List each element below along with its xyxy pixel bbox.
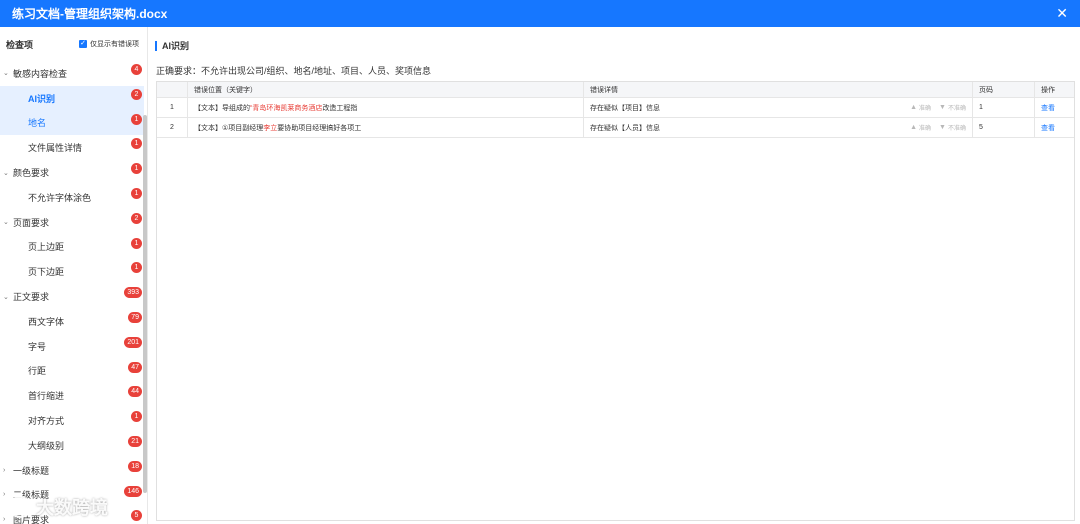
- feedback-controls: ▲ 准确 ▼ 不准确: [910, 98, 966, 117]
- watermark-logo-icon: [8, 496, 32, 518]
- row-index: 1: [157, 98, 188, 117]
- header-action: 操作: [1041, 86, 1055, 94]
- count-badge: 5: [131, 510, 142, 522]
- thumb-up-icon: ▲: [910, 124, 918, 131]
- row-page: 1: [973, 98, 1035, 117]
- count-badge: 1: [131, 187, 142, 199]
- header-page: 页码: [973, 82, 1035, 97]
- tree-item-outline-level[interactable]: 大纲级别 21: [0, 433, 144, 458]
- tree-group-page[interactable]: ⌄ 页面要求 2: [0, 210, 144, 235]
- count-badge: 47: [128, 361, 142, 373]
- count-badge: 1: [131, 113, 142, 125]
- count-badge: 1: [131, 237, 142, 249]
- tree-item-place[interactable]: 地名 1: [0, 110, 144, 136]
- tree-item-western-font[interactable]: 西文字体 79: [0, 309, 144, 334]
- title-bar: 练习文档-管理组织架构.docx ✕: [0, 0, 1080, 27]
- tree-group-color[interactable]: ⌄ 颜色要求 1: [0, 160, 144, 185]
- section-title: AI识别: [155, 41, 189, 51]
- thumb-up-icon: ▲: [910, 104, 918, 111]
- tree-group-body[interactable]: ⌄ 正文要求 393: [0, 284, 144, 309]
- checkbox-checked-icon[interactable]: ✓: [79, 40, 87, 48]
- tree-item-font-color[interactable]: 不允许字体涂色 1: [0, 185, 144, 210]
- chevron-down-icon[interactable]: ⌄: [3, 69, 9, 77]
- chevron-right-icon[interactable]: ›: [3, 516, 5, 523]
- requirement-text: 正确要求：不允许出现公司/组织、地名/地址、项目、人员、奖项信息: [156, 66, 432, 76]
- row-location: 【文本】①项目副经理 李立 要协助项目经理搞好各项工: [188, 118, 584, 137]
- sidebar-title: 检查项: [6, 39, 34, 50]
- header-location: 错误位置（关键字）: [188, 82, 584, 97]
- main-panel: AI识别 正确要求：不允许出现公司/组织、地名/地址、项目、人员、奖项信息 错误…: [148, 27, 1080, 524]
- header-detail: 错误详情: [584, 82, 973, 97]
- error-only-filter[interactable]: ✓ 仅显示有错误项: [79, 39, 139, 49]
- check-item-tree: ⌄ 敏感内容检查 4 AI识别 2 地名 1 文件属性详情 1 ⌄ 颜色要求 1 不允许字体涂…: [0, 61, 144, 524]
- tree-item-bottom-margin[interactable]: 页下边距 1: [0, 259, 144, 284]
- tree-item-file-props[interactable]: 文件属性详情 1: [0, 135, 144, 160]
- sidebar: 检查项 ✓ 仅显示有错误项 ⌄ 敏感内容检查 4 AI识别 2 地名 1 文件属性详情 1…: [0, 27, 148, 524]
- tree-group-heading1[interactable]: › 一级标题 18: [0, 458, 144, 483]
- count-badge: 1: [131, 262, 142, 274]
- chevron-down-icon[interactable]: ⌄: [3, 218, 9, 226]
- tree-group-sensitive[interactable]: ⌄ 敏感内容检查 4: [0, 61, 144, 86]
- chevron-down-icon[interactable]: ⌄: [3, 169, 9, 177]
- inaccurate-button[interactable]: ▼ 不准确: [939, 103, 966, 112]
- watermark-text: 大数跨境: [36, 498, 108, 518]
- keyword-highlight: “青岛环海凯莱商务酒店: [250, 104, 323, 112]
- row-page: 5: [973, 118, 1035, 137]
- view-link[interactable]: 查看: [1041, 123, 1055, 133]
- tree-item-top-margin[interactable]: 页上边距 1: [0, 235, 144, 260]
- row-detail: 存在疑似【项目】信息 ▲ 准确 ▼ 不准确: [584, 98, 973, 117]
- row-location: 【文本】导组成的 “青岛环海凯莱商务酒店 改造工程指: [188, 98, 584, 117]
- row-index: 2: [157, 118, 188, 137]
- table-header: 错误位置（关键字） 错误详情 页码 操作: [157, 82, 1074, 98]
- count-badge: 393: [124, 287, 142, 299]
- count-badge: 201: [124, 336, 142, 348]
- view-link[interactable]: 查看: [1041, 103, 1055, 113]
- chevron-down-icon[interactable]: ⌄: [3, 293, 9, 301]
- chevron-right-icon[interactable]: ›: [3, 467, 5, 474]
- header-index: [157, 82, 188, 97]
- count-badge: 4: [131, 64, 142, 75]
- count-badge: 1: [131, 163, 142, 175]
- row-action: 查看: [1035, 98, 1075, 117]
- close-icon[interactable]: ✕: [1056, 5, 1068, 21]
- watermark: 大数跨境: [8, 494, 108, 520]
- tree-item-line-spacing[interactable]: 行距 47: [0, 359, 144, 384]
- tree-item-alignment[interactable]: 对齐方式 1: [0, 408, 144, 433]
- row-detail: 存在疑似【人员】信息 ▲ 准确 ▼ 不准确: [584, 118, 973, 137]
- count-badge: 146: [124, 485, 142, 497]
- keyword-highlight: 李立: [263, 124, 278, 132]
- count-badge: 44: [128, 386, 142, 398]
- count-badge: 21: [128, 435, 142, 447]
- count-badge: 2: [131, 88, 142, 100]
- tree-item-ai[interactable]: AI识别 2: [0, 85, 144, 111]
- sidebar-header: 检查项 ✓ 仅显示有错误项: [0, 27, 147, 61]
- count-badge: 1: [131, 138, 142, 150]
- tree-item-font-size[interactable]: 字号 201: [0, 334, 144, 359]
- filter-label: 仅显示有错误项: [90, 41, 139, 48]
- accurate-button[interactable]: ▲ 准确: [910, 123, 931, 132]
- row-action: 查看: [1035, 118, 1075, 137]
- count-badge: 18: [128, 460, 142, 472]
- count-badge: 2: [131, 212, 142, 224]
- sidebar-scrollbar[interactable]: [143, 115, 147, 493]
- table-row: 1 【文本】导组成的 “青岛环海凯莱商务酒店 改造工程指 存在疑似【项目】信息 ▲ 准…: [157, 98, 1074, 118]
- table-row: 2 【文本】①项目副经理 李立 要协助项目经理搞好各项工 存在疑似【人员】信息 ▲ 准…: [157, 118, 1074, 138]
- results-table: 错误位置（关键字） 错误详情 页码 操作 1 【文本】导组成的 “青岛环海凯莱商务…: [156, 81, 1075, 521]
- inaccurate-button[interactable]: ▼ 不准确: [939, 123, 966, 132]
- count-badge: 79: [128, 311, 142, 323]
- tree-item-indent[interactable]: 首行缩进 44: [0, 383, 144, 408]
- thumb-down-icon: ▼: [939, 104, 946, 111]
- feedback-controls: ▲ 准确 ▼ 不准确: [910, 118, 966, 137]
- window-title: 练习文档-管理组织架构.docx: [12, 7, 168, 21]
- accurate-button[interactable]: ▲ 准确: [910, 103, 931, 112]
- count-badge: 1: [131, 411, 142, 423]
- chevron-right-icon[interactable]: ›: [3, 491, 5, 498]
- thumb-down-icon: ▼: [939, 124, 946, 131]
